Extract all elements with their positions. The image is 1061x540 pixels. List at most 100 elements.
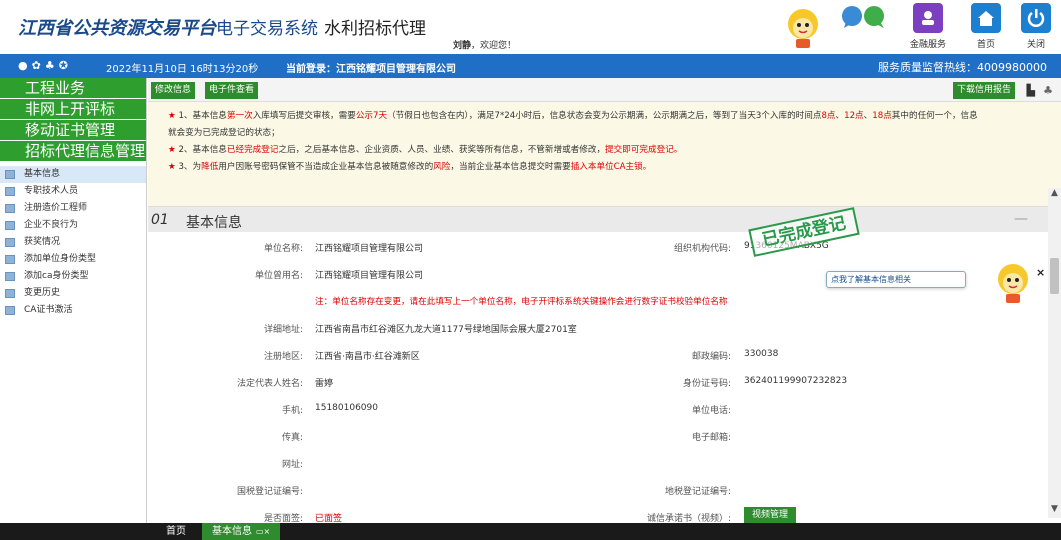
- mobile-label: 手机:: [281, 406, 303, 416]
- gear-icon[interactable]: ✿: [32, 59, 45, 72]
- national-tax-label: 国税登记证编号:: [236, 487, 303, 497]
- hotline: 服务质量监督热线：4009980000: [878, 61, 1047, 74]
- video-manage-button[interactable]: 视频管理: [744, 507, 797, 523]
- document-icon: [5, 289, 15, 298]
- menu-mobile-cert[interactable]: 移动证书管理: [0, 120, 146, 141]
- download-credit-report-button[interactable]: 下载信用报告: [952, 82, 1015, 99]
- mobile-value: 15180106090: [315, 403, 378, 413]
- help-tip[interactable]: 点我了解基本信息相关: [826, 271, 966, 288]
- promise-label: 诚信承诺书（视频）:: [646, 514, 731, 523]
- print-icon[interactable]: ▙: [1027, 84, 1035, 97]
- quick-icons[interactable]: ●✿♣✪: [18, 59, 72, 72]
- finance-icon: [913, 3, 943, 33]
- document-icon: [5, 204, 15, 213]
- sidebar-item-ca-activate[interactable]: CA证书激活: [0, 302, 146, 319]
- status-bar: ●✿♣✪ 2022年11月10日 16时13分20秒 当前登录：江西铭耀项目管理…: [0, 54, 1061, 78]
- welcome-text: 刘静，欢迎您！: [453, 41, 517, 51]
- postcode-label: 邮政编码:: [691, 352, 731, 362]
- power-icon: [1021, 3, 1051, 33]
- postcode-value: 330038: [744, 349, 779, 359]
- brand-main: 江西省公共资源交易平台: [18, 18, 216, 39]
- users-icon[interactable]: ♣: [45, 59, 59, 72]
- tab-home[interactable]: 首页: [156, 523, 196, 540]
- notice-line-3: ★ 3、为降低用户因账号密码保管不当造成企业基本信息被随意修改的风险，当前企业基…: [168, 162, 652, 172]
- tree-icon[interactable]: ♣: [1043, 84, 1053, 97]
- brand-module: 水利招标代理: [324, 19, 426, 39]
- legal-rep-label: 法定代表人姓名:: [236, 379, 303, 389]
- section-header[interactable]: 01 基本信息 —: [148, 206, 1048, 232]
- edit-info-button[interactable]: 修改信息: [151, 82, 196, 99]
- finance-button[interactable]: 金融服务: [908, 3, 948, 53]
- document-icon: [5, 238, 15, 247]
- sidebar-item-change-history[interactable]: 变更历史: [0, 285, 146, 302]
- welcome-user: 刘静: [453, 41, 472, 51]
- document-icon: [5, 221, 15, 230]
- message-icon[interactable]: ●: [18, 59, 32, 72]
- document-icon: [5, 272, 15, 281]
- app-title: 江西省公共资源交易平台电子交易系统 水利招标代理: [18, 14, 426, 40]
- unit-name-value: 江西铭耀项目管理有限公司: [315, 244, 424, 254]
- unit-name-label: 单位名称:: [263, 244, 303, 254]
- sidebar-item-awards[interactable]: 获奖情况: [0, 234, 146, 251]
- close-button[interactable]: 关闭: [1016, 3, 1056, 53]
- document-icon: [5, 187, 15, 196]
- scroll-down-icon[interactable]: ▼: [1048, 504, 1061, 518]
- sidebar-item-cost-engineer[interactable]: 注册造价工程师: [0, 200, 146, 217]
- id-card-value: 362401199907232823: [744, 376, 848, 386]
- mascot-icon[interactable]: [783, 6, 823, 50]
- home-icon: [971, 3, 1001, 33]
- tab-basic-info[interactable]: 基本信息 ▭×: [202, 523, 281, 540]
- document-icon: [5, 170, 15, 179]
- signed-value: 已面签: [315, 514, 343, 523]
- chat-bubbles-icon[interactable]: [838, 4, 890, 30]
- mascot-icon[interactable]: [993, 261, 1033, 305]
- section-number: 01: [151, 212, 169, 228]
- close-icon[interactable]: ×: [1036, 266, 1045, 279]
- header: 江西省公共资源交易平台电子交易系统 水利招标代理 刘静，欢迎您！ 金融服务 首页 …: [0, 0, 1061, 54]
- email-label: 电子邮箱:: [691, 433, 731, 443]
- menu-agency-info[interactable]: 招标代理信息管理: [0, 141, 146, 162]
- website-label: 网址:: [281, 460, 303, 470]
- submenu: 基本信息 专职技术人员 注册造价工程师 企业不良行为 获奖情况 添加单位身份类型…: [0, 166, 146, 319]
- region-label: 注册地区:: [263, 352, 303, 362]
- sidebar-item-basic-info[interactable]: 基本信息: [0, 166, 146, 183]
- toolbar: 修改信息 电子件查看 下载信用报告 ▙ ♣: [148, 78, 1061, 102]
- collapse-icon[interactable]: —: [1014, 211, 1028, 227]
- scroll-up-icon[interactable]: ▲: [1048, 188, 1061, 202]
- used-name-value: 江西铭耀项目管理有限公司: [315, 271, 424, 281]
- home-button[interactable]: 首页: [966, 3, 1006, 53]
- sidebar-item-bad-behavior[interactable]: 企业不良行为: [0, 217, 146, 234]
- region-value: 江西省·南昌市·红谷滩新区: [315, 352, 420, 362]
- fax-label: 传真:: [281, 433, 303, 443]
- tab-close-icon[interactable]: ▭×: [256, 527, 270, 536]
- menu-engineering[interactable]: 工程业务: [0, 78, 146, 99]
- scrollbar[interactable]: ▲ ▼: [1048, 188, 1061, 518]
- sidebar-item-unit-type[interactable]: 添加单位身份类型: [0, 251, 146, 268]
- help-icon[interactable]: ✪: [59, 59, 72, 72]
- current-login: 当前登录：江西铭耀项目管理有限公司: [286, 64, 456, 75]
- address-label: 详细地址:: [263, 325, 303, 335]
- notice-box: ★ 1、基本信息第一次入库填写后提交审核，需要公示7天（节假日也包含在内），满足…: [148, 102, 1061, 206]
- main-panel: 修改信息 电子件查看 下载信用报告 ▙ ♣ ★ 1、基本信息第一次入库填写后提交…: [148, 78, 1061, 523]
- document-icon: [5, 255, 15, 264]
- notice-line-1b: 就会变为已完成登记的状态；: [168, 128, 280, 138]
- signed-label: 是否面签:: [263, 514, 303, 523]
- name-change-warning: 注：单位名称存在变更，请在此填写上一个单位名称，电子开评标系统关键操作会进行数字…: [315, 297, 728, 307]
- document-icon: [5, 306, 15, 315]
- id-card-label: 身份证号码:: [682, 379, 731, 389]
- brand-sub: 电子交易系统: [216, 19, 318, 39]
- datetime: 2022年11月10日 16时13分20秒: [106, 64, 259, 75]
- unit-phone-label: 单位电话:: [691, 406, 731, 416]
- legal-rep-value: 雷婷: [315, 379, 334, 389]
- local-tax-label: 地税登记证编号:: [664, 487, 731, 497]
- sidebar-item-tech-staff[interactable]: 专职技术人员: [0, 183, 146, 200]
- view-files-button[interactable]: 电子件查看: [205, 82, 259, 99]
- tab-bar: 首页 基本信息 ▭×: [0, 523, 1061, 540]
- sidebar-item-ca-type[interactable]: 添加ca身份类型: [0, 268, 146, 285]
- basic-info-section: 01 基本信息 — 单位名称: 江西铭耀项目管理有限公司 组织机构代码: 913…: [148, 206, 1048, 523]
- notice-line-2: ★ 2、基本信息已经完成登记之后，之后基本信息、企业资质、人员、业绩、获奖等所有…: [168, 145, 683, 155]
- menu-offline-bid[interactable]: 非网上开评标: [0, 99, 146, 120]
- sidebar: 工程业务 非网上开评标 移动证书管理 招标代理信息管理 基本信息 专职技术人员 …: [0, 78, 147, 523]
- org-code-label: 组织机构代码:: [673, 244, 731, 254]
- scroll-thumb[interactable]: [1050, 258, 1059, 294]
